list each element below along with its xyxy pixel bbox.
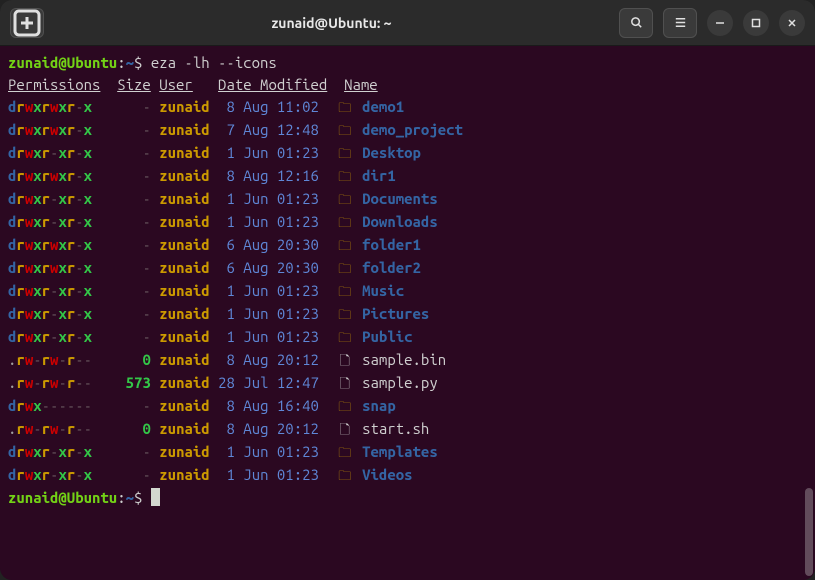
list-row: drwxr-xr-x - zunaid 1 Jun 01:23 🗀 Music	[8, 280, 807, 303]
prompt-path: ~	[126, 54, 134, 71]
entry-name: folder2	[362, 259, 421, 276]
entry-name: Templates	[362, 443, 438, 460]
maximize-button[interactable]	[743, 10, 769, 36]
header-user: User	[159, 76, 193, 93]
list-row: drwxrwxr-x - zunaid 8 Aug 12:16 🗀 dir1	[8, 165, 807, 188]
list-row: drwxrwxr-x - zunaid 6 Aug 20:30 🗀 folder…	[8, 234, 807, 257]
close-button[interactable]	[779, 10, 805, 36]
header-row: Permissions Size User Date Modified Name	[8, 74, 807, 96]
cursor	[151, 488, 160, 506]
entry-name: sample.py	[362, 374, 438, 391]
folder-icon: 🗀	[336, 327, 354, 349]
list-row: drwxr-xr-x - zunaid 1 Jun 01:23 🗀 Public	[8, 326, 807, 349]
header-name: Name	[344, 76, 378, 93]
entry-name: Videos	[362, 466, 412, 483]
folder-icon: 🗀	[336, 143, 354, 165]
entry-name: Pictures	[362, 305, 429, 322]
prompt-line-1: zunaid@Ubuntu:~$ eza -lh --icons	[8, 52, 807, 74]
entry-name: Downloads	[362, 213, 438, 230]
new-tab-button[interactable]	[10, 8, 44, 38]
header-date-modified: Date Modified	[218, 76, 327, 93]
prompt-dollar: $	[134, 54, 142, 71]
entry-name: demo1	[362, 98, 404, 115]
entry-name: sample.bin	[362, 351, 446, 368]
folder-icon: 🗀	[336, 212, 354, 234]
folder-icon: 🗀	[336, 281, 354, 303]
folder-icon: 🗀	[336, 235, 354, 257]
terminal-window: zunaid@Ubuntu: ~ zunaid@	[0, 0, 815, 580]
entry-name: Documents	[362, 190, 438, 207]
folder-icon: 🗀	[336, 304, 354, 326]
file-icon: 🗋	[336, 419, 354, 441]
list-row: drwxrwxr-x - zunaid 6 Aug 20:30 🗀 folder…	[8, 257, 807, 280]
header-size: Size	[117, 76, 151, 93]
list-row: drwxr-xr-x - zunaid 1 Jun 01:23 🗀 Templa…	[8, 441, 807, 464]
entry-name: folder1	[362, 236, 421, 253]
search-button[interactable]	[619, 8, 653, 38]
terminal-body[interactable]: zunaid@Ubuntu:~$ eza -lh --icons Permiss…	[0, 46, 815, 580]
hamburger-menu-button[interactable]	[663, 8, 697, 38]
list-row: drwxrwxr-x - zunaid 7 Aug 12:48 🗀 demo_p…	[8, 119, 807, 142]
list-row: drwxr-xr-x - zunaid 1 Jun 01:23 🗀 Docume…	[8, 188, 807, 211]
list-row: .rw-rw-r-- 0 zunaid 8 Aug 20:12 🗋 start.…	[8, 418, 807, 441]
entry-name: Music	[362, 282, 404, 299]
list-row: drwxr-xr-x - zunaid 1 Jun 01:23 🗀 Pictur…	[8, 303, 807, 326]
folder-icon: 🗀	[336, 166, 354, 188]
folder-icon: 🗀	[336, 97, 354, 119]
entry-name: Public	[362, 328, 412, 345]
prompt-line-2: zunaid@Ubuntu:~$	[8, 487, 807, 509]
entry-name: snap	[362, 397, 396, 414]
folder-icon: 🗀	[336, 258, 354, 280]
titlebar: zunaid@Ubuntu: ~	[0, 0, 815, 46]
minimize-button[interactable]	[707, 10, 733, 36]
list-row: drwxr-xr-x - zunaid 1 Jun 01:23 🗀 Deskto…	[8, 142, 807, 165]
list-row: drwxrwxr-x - zunaid 8 Aug 11:02 🗀 demo1	[8, 96, 807, 119]
prompt-user-host: zunaid@Ubuntu	[8, 54, 117, 71]
entry-name: demo_project	[362, 121, 463, 138]
folder-icon: 🗀	[336, 189, 354, 211]
folder-icon: 🗀	[336, 396, 354, 418]
file-icon: 🗋	[336, 350, 354, 372]
entry-name: start.sh	[362, 420, 429, 437]
prompt-sep: :	[117, 54, 125, 71]
listing-rows: drwxrwxr-x - zunaid 8 Aug 11:02 🗀 demo1d…	[8, 96, 807, 487]
window-title: zunaid@Ubuntu: ~	[44, 15, 619, 31]
command-text: eza -lh --icons	[151, 54, 277, 71]
folder-icon: 🗀	[336, 120, 354, 142]
file-icon: 🗋	[336, 373, 354, 395]
list-row: .rw-rw-r-- 573 zunaid 28 Jul 12:47 🗋 sam…	[8, 372, 807, 395]
scrollbar-thumb[interactable]	[805, 488, 813, 576]
folder-icon: 🗀	[336, 465, 354, 487]
header-permissions: Permissions	[8, 76, 100, 93]
list-row: .rw-rw-r-- 0 zunaid 8 Aug 20:12 🗋 sample…	[8, 349, 807, 372]
entry-name: Desktop	[362, 144, 421, 161]
entry-name: dir1	[362, 167, 396, 184]
list-row: drwx------ - zunaid 8 Aug 16:40 🗀 snap	[8, 395, 807, 418]
list-row: drwxr-xr-x - zunaid 1 Jun 01:23 🗀 Videos	[8, 464, 807, 487]
list-row: drwxr-xr-x - zunaid 1 Jun 01:23 🗀 Downlo…	[8, 211, 807, 234]
folder-icon: 🗀	[336, 442, 354, 464]
